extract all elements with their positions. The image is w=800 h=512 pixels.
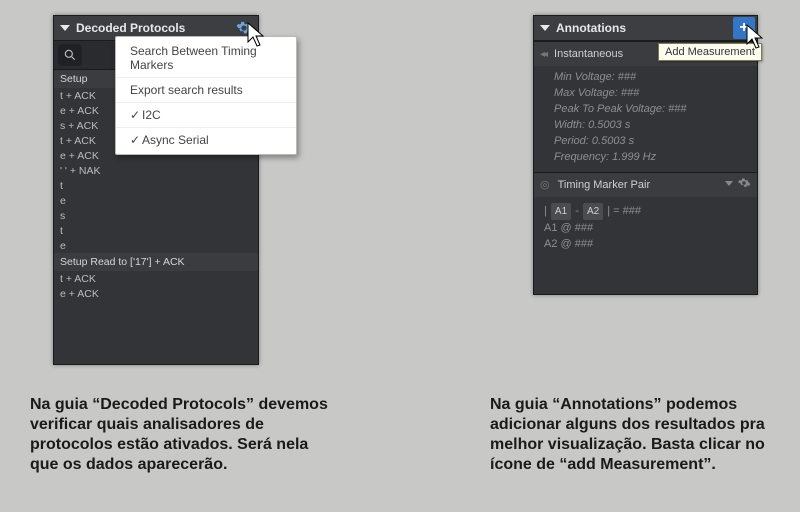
instantaneous-body: Min Voltage: ### Max Voltage: ### Peak T…: [534, 66, 757, 172]
list-item: e + ACK: [54, 286, 258, 301]
menu-i2c[interactable]: I2C: [116, 103, 296, 128]
gear-icon[interactable]: [234, 18, 254, 38]
list-item: s: [54, 208, 258, 223]
setup-read-label: Setup Read to ['17'] + ACK: [54, 253, 258, 271]
tmp-diff: | A1 - A2 | = ###: [544, 203, 749, 220]
tmp-row-a1: A1 @ ###: [544, 220, 749, 237]
annotations-header[interactable]: Annotations +: [534, 16, 757, 41]
panel-title: Annotations: [556, 21, 626, 35]
chevron-down-icon[interactable]: [725, 181, 733, 186]
max-voltage: Max Voltage: ###: [554, 86, 749, 102]
caption-right: Na guia “Annotations” podemos adicionar …: [490, 395, 780, 475]
collapse-icon: [540, 25, 550, 31]
list-item: ' ' + NAK: [54, 163, 258, 178]
section-title: Instantaneous: [554, 48, 623, 60]
bulb-icon: ◎: [540, 178, 550, 191]
list-item: t + ACK: [54, 271, 258, 286]
add-measurement-button[interactable]: +: [733, 17, 755, 39]
tag-a2: A2: [583, 203, 603, 220]
peak-to-peak: Peak To Peak Voltage: ###: [554, 102, 749, 118]
menu-async-serial[interactable]: Async Serial: [116, 128, 296, 152]
caption-left: Na guia “Decoded Protocols” devemos veri…: [30, 395, 340, 475]
timing-marker-section: ◎ Timing Marker Pair | A1 - A2 | = ### A…: [534, 172, 757, 259]
section-title: Timing Marker Pair: [558, 179, 651, 191]
min-voltage: Min Voltage: ###: [554, 70, 749, 86]
list-item: e: [54, 238, 258, 253]
add-measurement-tooltip: Add Measurement: [658, 43, 762, 61]
collapse-icon: [60, 25, 70, 31]
timing-marker-header[interactable]: ◎ Timing Marker Pair: [534, 173, 757, 197]
timing-marker-body: | A1 - A2 | = ### A1 @ ### A2 @ ###: [534, 197, 757, 259]
search-icon[interactable]: [58, 44, 82, 66]
tmp-row-a2: A2 @ ###: [544, 236, 749, 253]
width: Width: 0.5003 s: [554, 118, 749, 134]
period: Period: 0.5003 s: [554, 134, 749, 150]
list-item: t: [54, 178, 258, 193]
panel-title: Decoded Protocols: [76, 21, 185, 35]
gear-dropdown: Search Between Timing Markers Export sea…: [115, 36, 297, 155]
gear-icon[interactable]: [737, 176, 753, 192]
frequency: Frequency: 1.999 Hz: [554, 150, 749, 166]
menu-search-markers[interactable]: Search Between Timing Markers: [116, 39, 296, 78]
menu-export[interactable]: Export search results: [116, 78, 296, 103]
tmp-eq: = ###: [613, 205, 641, 217]
list-item: e: [54, 193, 258, 208]
list-item: t: [54, 223, 258, 238]
rewind-icon: ◂◂: [540, 49, 546, 60]
tag-a1: A1: [551, 203, 571, 220]
